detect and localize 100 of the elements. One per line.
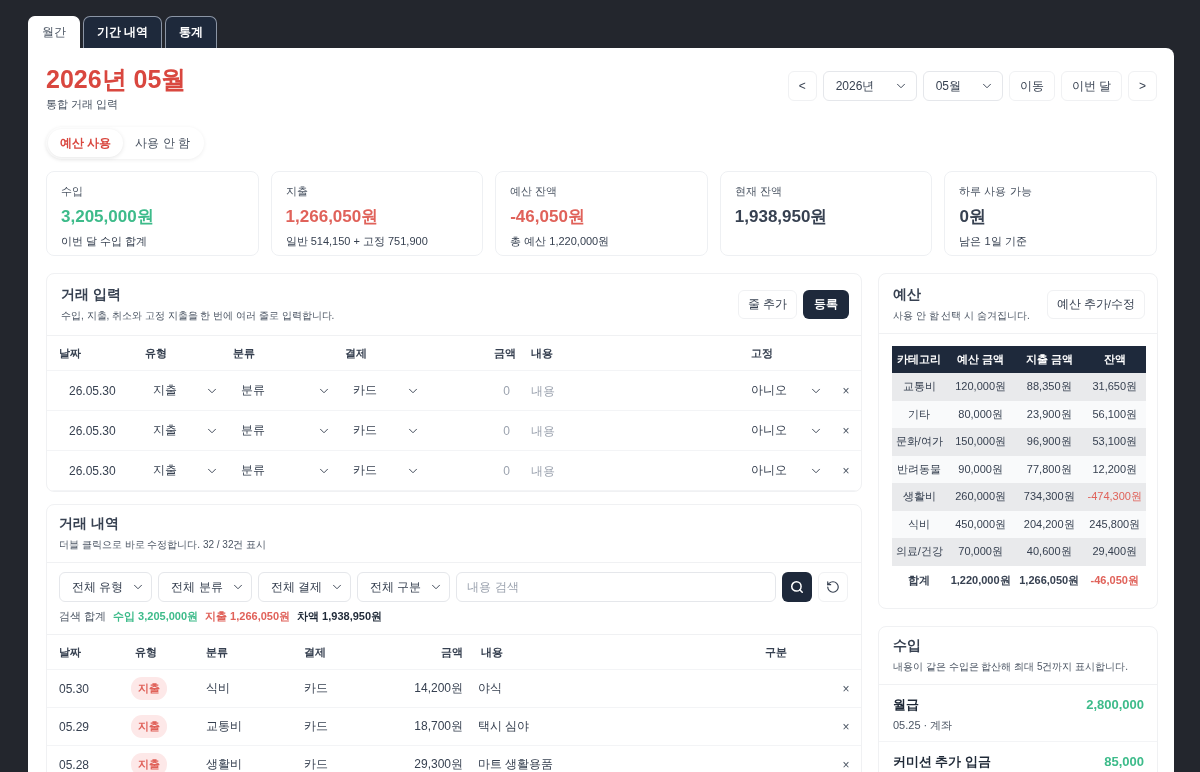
section-description: 내용이 같은 수입은 합산해 최대 5건까지 표시합니다. [893,659,1128,674]
table-cell-text: 카드 [304,718,329,735]
column-header: 내용 [480,644,504,660]
toggle-option[interactable]: 사용 안 함 [123,129,202,157]
table-cell: 80,000원 [946,400,1015,428]
column-header: 금액 [493,345,516,361]
filter-select[interactable]: 전체 결제 [257,572,352,602]
type-badge: 지출 [131,753,167,772]
fixed-select[interactable]: 아니오 [751,382,831,399]
column-header: 날짜 [59,345,82,361]
category-select[interactable]: 분류 [233,422,345,439]
category-select[interactable]: 분류 [233,462,345,479]
card-value: 1,938,950원 [734,206,829,228]
column-header: 결제 [345,345,368,361]
remove-button[interactable]: × [842,719,850,734]
table-cell: 53,100원 [1083,428,1146,456]
section-title: 거래 입력 [61,286,122,304]
card-value: 3,205,000원 [61,206,155,228]
tab[interactable]: 통계 [165,16,218,48]
table-cell: 기타 [892,400,947,428]
table-cell-text: 마트 생활용품 [477,756,555,772]
reset-button[interactable] [818,572,848,602]
table-cell: 734,300원 [1014,483,1084,511]
category-select[interactable]: 분류 [233,382,345,399]
add-row-button[interactable]: 줄 추가 [737,290,797,319]
filter-select[interactable]: 전체 구분 [357,572,451,602]
table-cell: 70,000원 [946,538,1015,566]
table-cell: 31,650원 [1083,373,1146,401]
section-title: 거래 내역 [59,515,120,533]
card-value: 0원 [959,206,987,228]
amount-field[interactable]: 0 [460,423,516,438]
table-cell: 90,000원 [946,455,1015,483]
submit-button[interactable]: 등록 [803,290,849,319]
remove-button[interactable]: × [842,383,850,398]
remove-button[interactable]: × [842,757,850,772]
previous-month-button[interactable]: < [787,71,817,101]
go-button[interactable]: 이동 [1008,71,1055,101]
tab[interactable]: 기간 내역 [83,16,163,48]
fixed-select[interactable]: 아니오 [751,462,831,479]
remove-button[interactable]: × [842,423,850,438]
remove-button[interactable]: × [842,681,850,696]
this-month-button[interactable]: 이번 달 [1060,71,1122,101]
payment-select[interactable]: 카드 [345,382,460,399]
card-label: 수입 [61,184,84,199]
column-header: 카테고리 [892,346,947,373]
next-month-button[interactable]: > [1128,71,1157,101]
table-cell: 반려동물 [892,455,947,483]
expense-total: 지출 1,266,050원 [205,609,291,624]
date-field[interactable]: 26.05.30 [59,383,145,398]
search-button[interactable] [782,572,812,602]
column-header: 결제 [304,644,327,660]
tab[interactable]: 월간 [28,16,80,48]
filter-select[interactable]: 전체 유형 [59,572,153,602]
table-cell: 29,400원 [1083,538,1146,566]
column-header: 유형 [135,644,158,660]
column-header: 내용 [530,345,554,361]
table-cell: 의료/건강 [892,538,947,566]
card-label: 예산 잔액 [510,184,559,199]
payment-select[interactable]: 카드 [345,462,460,479]
section-description: 더블 클릭으로 바로 수정합니다. 32 / 32건 표시 [59,538,267,552]
card-note: 남은 1일 기준 [959,234,1028,249]
column-header: 잔액 [1083,346,1146,373]
remove-button[interactable]: × [842,463,850,478]
table-cell: 12,200원 [1083,455,1146,483]
column-header: 구분 [765,644,788,660]
amount-field[interactable]: 0 [460,463,516,478]
column-header: 날짜 [59,644,82,660]
type-badge: 지출 [131,677,167,700]
memo-field[interactable]: 내용 [516,423,751,438]
page-title: 2026년 05월 [46,64,187,94]
toggle-option[interactable]: 예산 사용 [48,129,124,157]
income-amount: 85,000 [1104,753,1144,769]
table-cell: 교통비 [892,373,947,401]
memo-field[interactable]: 내용 [516,383,751,398]
date-field[interactable]: 26.05.30 [59,463,145,478]
column-header: 예산 금액 [946,346,1015,373]
column-header: 금액 [440,644,463,660]
table-cell-text: 택시 심야 [477,718,531,735]
table-cell: 식비 [892,510,947,538]
month-select[interactable]: 05월 [922,71,1003,101]
card-note: 일반 514,150 + 고정 751,900 [285,234,429,249]
income-amount: 2,800,000 [1086,696,1144,712]
memo-field[interactable]: 내용 [516,463,751,478]
edit-budget-button[interactable]: 예산 추가/수정 [1046,290,1145,319]
table-cell-text: 18,700원 [413,718,463,735]
card-value: -46,050원 [510,206,586,228]
table-cell-text: 05.29 [59,719,91,734]
type-select[interactable]: 지출 [145,462,233,479]
column-header: 유형 [145,345,168,361]
year-select[interactable]: 2026년 [822,71,917,101]
table-cell: 150,000원 [946,428,1015,456]
amount-field[interactable]: 0 [460,383,516,398]
type-select[interactable]: 지출 [145,382,233,399]
type-select[interactable]: 지출 [145,422,233,439]
payment-select[interactable]: 카드 [345,422,460,439]
fixed-select[interactable]: 아니오 [751,422,831,439]
search-field[interactable]: 내용 검색 [456,572,776,602]
date-field[interactable]: 26.05.30 [59,423,145,438]
filter-select[interactable]: 전체 분류 [158,572,252,602]
type-badge: 지출 [131,715,167,738]
